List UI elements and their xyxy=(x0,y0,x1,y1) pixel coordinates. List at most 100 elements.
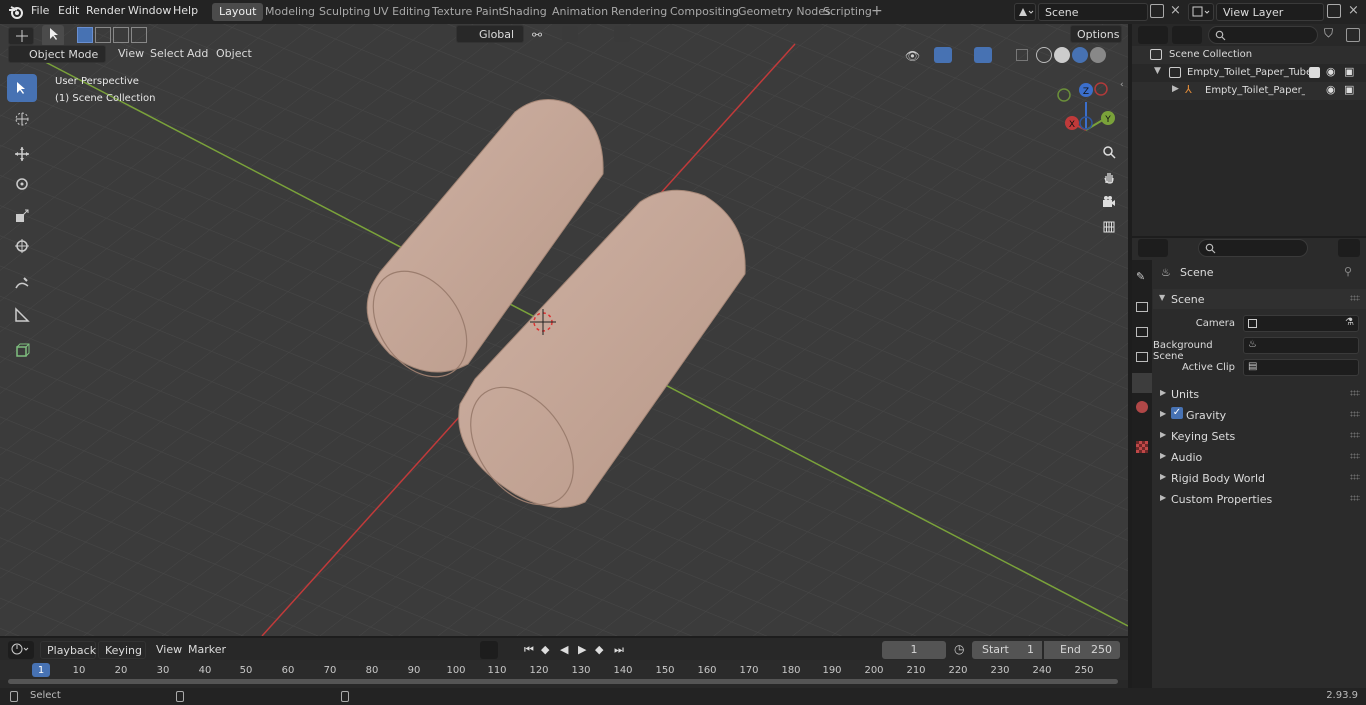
select-subtract-icon[interactable] xyxy=(113,27,129,43)
sidebar-toggle-icon[interactable]: ‹ xyxy=(1120,80,1124,90)
delete-scene-icon[interactable]: × xyxy=(1170,3,1181,18)
scale-tool-icon[interactable] xyxy=(7,202,37,230)
pan-hand-icon[interactable] xyxy=(1098,166,1120,188)
units-panel-header[interactable]: ▶ Units xyxy=(1153,384,1366,404)
rotate-tool-icon[interactable] xyxy=(7,170,37,198)
view-layer-selector-icon[interactable] xyxy=(1188,3,1214,21)
filter-icon[interactable]: ⛉ xyxy=(1324,26,1333,41)
camera-render-icon[interactable]: ▣ xyxy=(1344,65,1354,78)
render-tab-icon[interactable] xyxy=(1136,302,1148,312)
outliner-row-scene-collection[interactable]: Scene Collection xyxy=(1132,46,1366,64)
active-clip-field[interactable]: ▤ xyxy=(1243,359,1359,376)
transform-tool-icon[interactable] xyxy=(7,232,37,260)
camera-field[interactable]: ⚗ xyxy=(1243,315,1359,332)
camera-render-icon[interactable]: ▣ xyxy=(1344,83,1354,96)
outliner-editor-type-icon[interactable] xyxy=(1138,26,1168,44)
cursor-tool-icon[interactable] xyxy=(7,105,37,133)
wireframe-shading-icon[interactable] xyxy=(1036,47,1052,63)
rendered-shading-icon[interactable] xyxy=(1090,47,1106,63)
scene-tab-icon[interactable] xyxy=(1132,373,1152,393)
drag-handle-icon[interactable] xyxy=(1350,495,1360,501)
menu-window[interactable]: Window xyxy=(128,4,171,17)
menu-object[interactable]: Object xyxy=(210,45,258,63)
marker-menu[interactable]: Marker xyxy=(182,641,232,659)
measure-tool-icon[interactable] xyxy=(7,301,37,329)
output-tab-icon[interactable] xyxy=(1136,327,1148,337)
tab-scripting[interactable]: Scripting xyxy=(816,3,879,21)
menu-file[interactable]: File xyxy=(31,4,49,17)
transform-orientation-dropdown[interactable]: Global xyxy=(456,25,524,43)
drag-handle-icon[interactable] xyxy=(1350,474,1360,480)
drag-handle-icon[interactable] xyxy=(1350,453,1360,459)
drag-handle-icon[interactable] xyxy=(1350,432,1360,438)
tool-tab-icon[interactable]: ✎ xyxy=(1136,270,1145,283)
keying-sets-panel-header[interactable]: ▶ Keying Sets xyxy=(1153,426,1366,446)
new-collection-icon[interactable] xyxy=(1346,28,1360,42)
select-invert-icon[interactable] xyxy=(131,27,147,43)
mode-dropdown[interactable]: Object Mode xyxy=(8,45,106,63)
stopwatch-icon[interactable]: ◷ xyxy=(954,642,964,656)
playback-menu[interactable]: Playback xyxy=(40,641,96,659)
eyedropper-icon[interactable]: ⚗ xyxy=(1345,317,1354,328)
menu-edit[interactable]: Edit xyxy=(58,4,79,17)
drag-handle-icon[interactable] xyxy=(1350,411,1360,417)
new-view-layer-icon[interactable] xyxy=(1327,4,1341,18)
outliner-row-collection[interactable]: ▼ Empty_Toilet_Paper_Tubes ◉ ▣ xyxy=(1132,64,1366,82)
current-frame-field[interactable]: 1 xyxy=(882,641,946,659)
add-workspace-icon[interactable]: + xyxy=(871,4,883,18)
next-keyframe-icon[interactable]: ◆ xyxy=(595,643,603,656)
viewport-scene[interactable]: Z Y X xyxy=(0,24,1128,636)
menu-render[interactable]: Render xyxy=(86,4,125,17)
annotate-tool-icon[interactable] xyxy=(7,270,37,298)
pivot-point-icon[interactable]: ⚯ xyxy=(532,28,542,42)
menu-help[interactable]: Help xyxy=(173,4,198,17)
keying-menu[interactable]: Keying xyxy=(98,641,146,659)
drag-handle-icon[interactable] xyxy=(1350,295,1360,301)
timeline-editor-type-icon[interactable] xyxy=(8,641,34,659)
proportional-edit-icon[interactable] xyxy=(614,26,630,42)
options-dropdown[interactable]: Options xyxy=(1070,25,1122,43)
timeline-scrollbar[interactable] xyxy=(8,679,1118,684)
scene-name-field[interactable]: Scene xyxy=(1038,3,1148,21)
perspective-toggle-icon[interactable] xyxy=(1098,216,1120,238)
gravity-panel-header[interactable]: ▶ ✓ Gravity xyxy=(1153,405,1366,425)
material-preview-icon[interactable] xyxy=(1072,47,1088,63)
view-layer-tab-icon[interactable] xyxy=(1136,352,1148,362)
texture-tab-icon[interactable] xyxy=(1136,441,1148,453)
start-frame-field[interactable]: Start 1 xyxy=(972,641,1042,659)
eye-icon[interactable]: ◉ xyxy=(1326,83,1336,96)
view-layer-field[interactable]: View Layer xyxy=(1216,3,1324,21)
auto-keying-icon[interactable] xyxy=(480,641,498,659)
snap-icon[interactable] xyxy=(562,26,578,42)
properties-editor-type-icon[interactable] xyxy=(1138,239,1168,257)
tweak-select-tool-icon[interactable] xyxy=(7,74,37,102)
custom-properties-panel-header[interactable]: ▶ Custom Properties xyxy=(1153,489,1366,509)
scene-panel-header[interactable]: ▼ Scene xyxy=(1153,289,1366,309)
exclude-checkbox[interactable] xyxy=(1309,67,1320,78)
camera-view-icon[interactable] xyxy=(1098,191,1120,213)
background-scene-field[interactable]: ♨ xyxy=(1243,337,1359,354)
blender-logo-icon[interactable] xyxy=(8,4,24,20)
delete-view-layer-icon[interactable]: × xyxy=(1348,3,1359,18)
outliner-search-input[interactable] xyxy=(1208,26,1318,44)
play-reverse-icon[interactable]: ◀ xyxy=(560,643,568,656)
select-extend-icon[interactable] xyxy=(95,27,111,43)
prev-keyframe-icon[interactable]: ◆ xyxy=(541,643,549,656)
add-cube-tool-icon[interactable] xyxy=(7,336,37,364)
xray-toggle-icon[interactable] xyxy=(1016,49,1028,61)
audio-panel-header[interactable]: ▶ Audio xyxy=(1153,447,1366,467)
outliner-display-mode-icon[interactable] xyxy=(1172,26,1202,44)
jump-end-icon[interactable]: ⏭ xyxy=(614,643,624,657)
tab-layout[interactable]: Layout xyxy=(212,3,264,21)
world-tab-icon[interactable] xyxy=(1136,401,1148,413)
expand-arrow-icon[interactable]: ▼ xyxy=(1154,66,1161,76)
visibility-icon[interactable]: 👁 xyxy=(905,49,920,63)
select-new-icon[interactable] xyxy=(77,27,93,43)
3d-viewport[interactable]: Z Y X xyxy=(0,24,1128,636)
scene-selector-icon[interactable] xyxy=(1014,3,1036,21)
eye-icon[interactable]: ◉ xyxy=(1326,65,1336,78)
new-scene-icon[interactable] xyxy=(1150,4,1164,18)
pin-icon[interactable]: ⚲ xyxy=(1344,265,1352,278)
properties-search-input[interactable] xyxy=(1198,239,1308,257)
editor-type-icon[interactable] xyxy=(8,27,34,45)
